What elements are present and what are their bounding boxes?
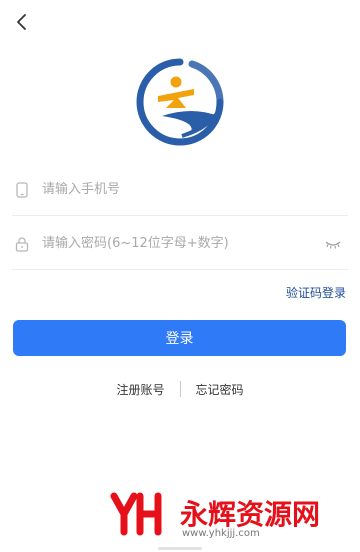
bottom-links: 注册账号 忘记密码 xyxy=(0,379,360,399)
password-input[interactable] xyxy=(42,218,322,269)
register-link[interactable]: 注册账号 xyxy=(116,381,164,398)
lock-icon xyxy=(14,236,30,252)
code-login-link[interactable]: 验证码登录 xyxy=(286,284,346,301)
forgot-password-link[interactable]: 忘记密码 xyxy=(196,381,244,398)
home-indicator xyxy=(158,547,202,550)
watermark-text: 永辉资源网 xyxy=(180,498,320,531)
back-button[interactable] xyxy=(10,10,34,34)
login-page: 验证码登录 登录 注册账号 忘记密码 永辉资源网 www.yhkjjj.com xyxy=(0,0,360,552)
eye-closed-icon[interactable] xyxy=(324,237,342,251)
phone-icon xyxy=(14,181,30,198)
chevron-left-icon xyxy=(17,14,26,30)
watermark-url: www.yhkjjj.com xyxy=(182,528,260,539)
divider xyxy=(179,381,181,397)
login-button[interactable]: 登录 xyxy=(13,320,346,356)
password-field-row xyxy=(12,218,348,270)
phone-field-row xyxy=(12,164,348,216)
app-logo xyxy=(136,58,224,146)
phone-input[interactable] xyxy=(42,164,322,215)
